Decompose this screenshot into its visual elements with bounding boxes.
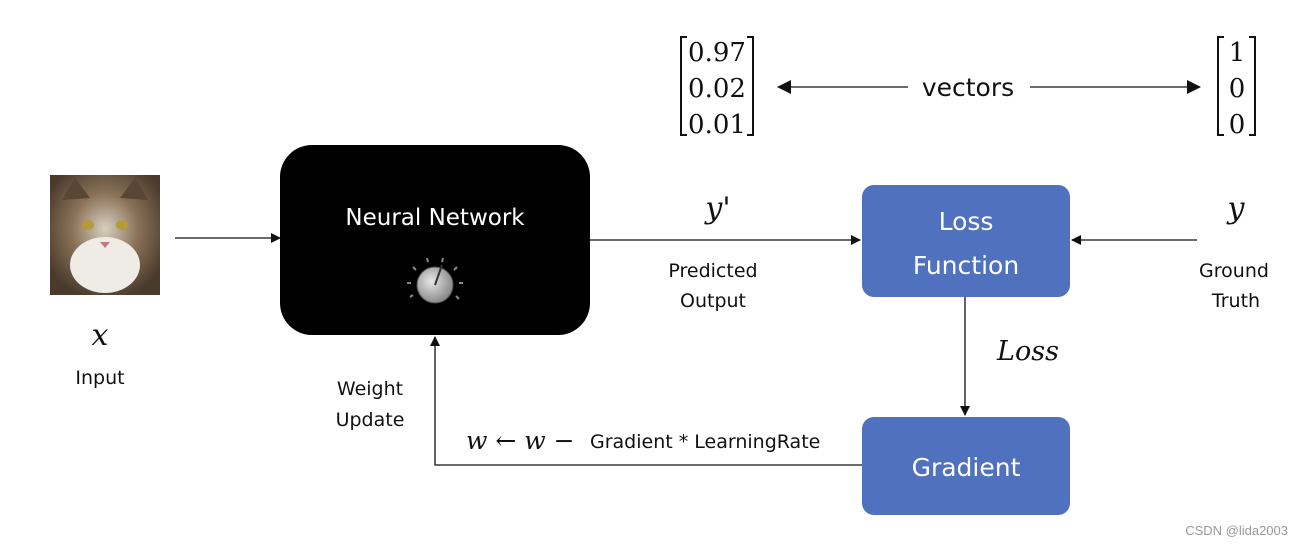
weight-update-label-1: Weight bbox=[337, 378, 403, 400]
predicted-label-2: Output bbox=[680, 290, 746, 312]
vector-value: 0.97 bbox=[688, 38, 746, 68]
diagram: x Input Neural Network y' Predicted Outp… bbox=[50, 36, 1288, 538]
ground-truth-label-1: Ground bbox=[1199, 260, 1269, 282]
loss-function-box bbox=[862, 185, 1070, 297]
vector-value: 1 bbox=[1229, 38, 1246, 68]
vector-value: 0.02 bbox=[688, 74, 746, 104]
neural-network-box bbox=[280, 145, 590, 335]
update-rule-text: Gradient * LearningRate bbox=[590, 431, 820, 453]
gradient-label: Gradient bbox=[912, 453, 1021, 482]
ground-truth-symbol: y bbox=[1226, 191, 1246, 226]
vector-value: 0 bbox=[1229, 74, 1246, 104]
cat-image bbox=[50, 175, 160, 295]
loss-function-label-1: Loss bbox=[939, 207, 994, 236]
ground-truth-label-2: Truth bbox=[1211, 290, 1260, 312]
watermark: CSDN @lida2003 bbox=[1185, 523, 1288, 538]
neural-network-label: Neural Network bbox=[345, 205, 525, 231]
predicted-symbol: y' bbox=[703, 191, 730, 226]
vector-value: 0 bbox=[1229, 110, 1246, 140]
predicted-vector: 0.97 0.02 0.01 bbox=[680, 36, 754, 140]
loss-edge-label: Loss bbox=[996, 336, 1059, 367]
predicted-label-1: Predicted bbox=[668, 260, 757, 282]
input-symbol: x bbox=[92, 318, 109, 353]
input-label: Input bbox=[75, 367, 124, 389]
truth-vector: 1 0 0 bbox=[1217, 36, 1256, 140]
loss-function-label-2: Function bbox=[913, 251, 1019, 280]
update-rule-math: w ← w − bbox=[466, 426, 575, 455]
vector-value: 0.01 bbox=[688, 110, 746, 140]
weight-update-label-2: Update bbox=[336, 409, 405, 431]
vectors-label: vectors bbox=[922, 73, 1014, 102]
